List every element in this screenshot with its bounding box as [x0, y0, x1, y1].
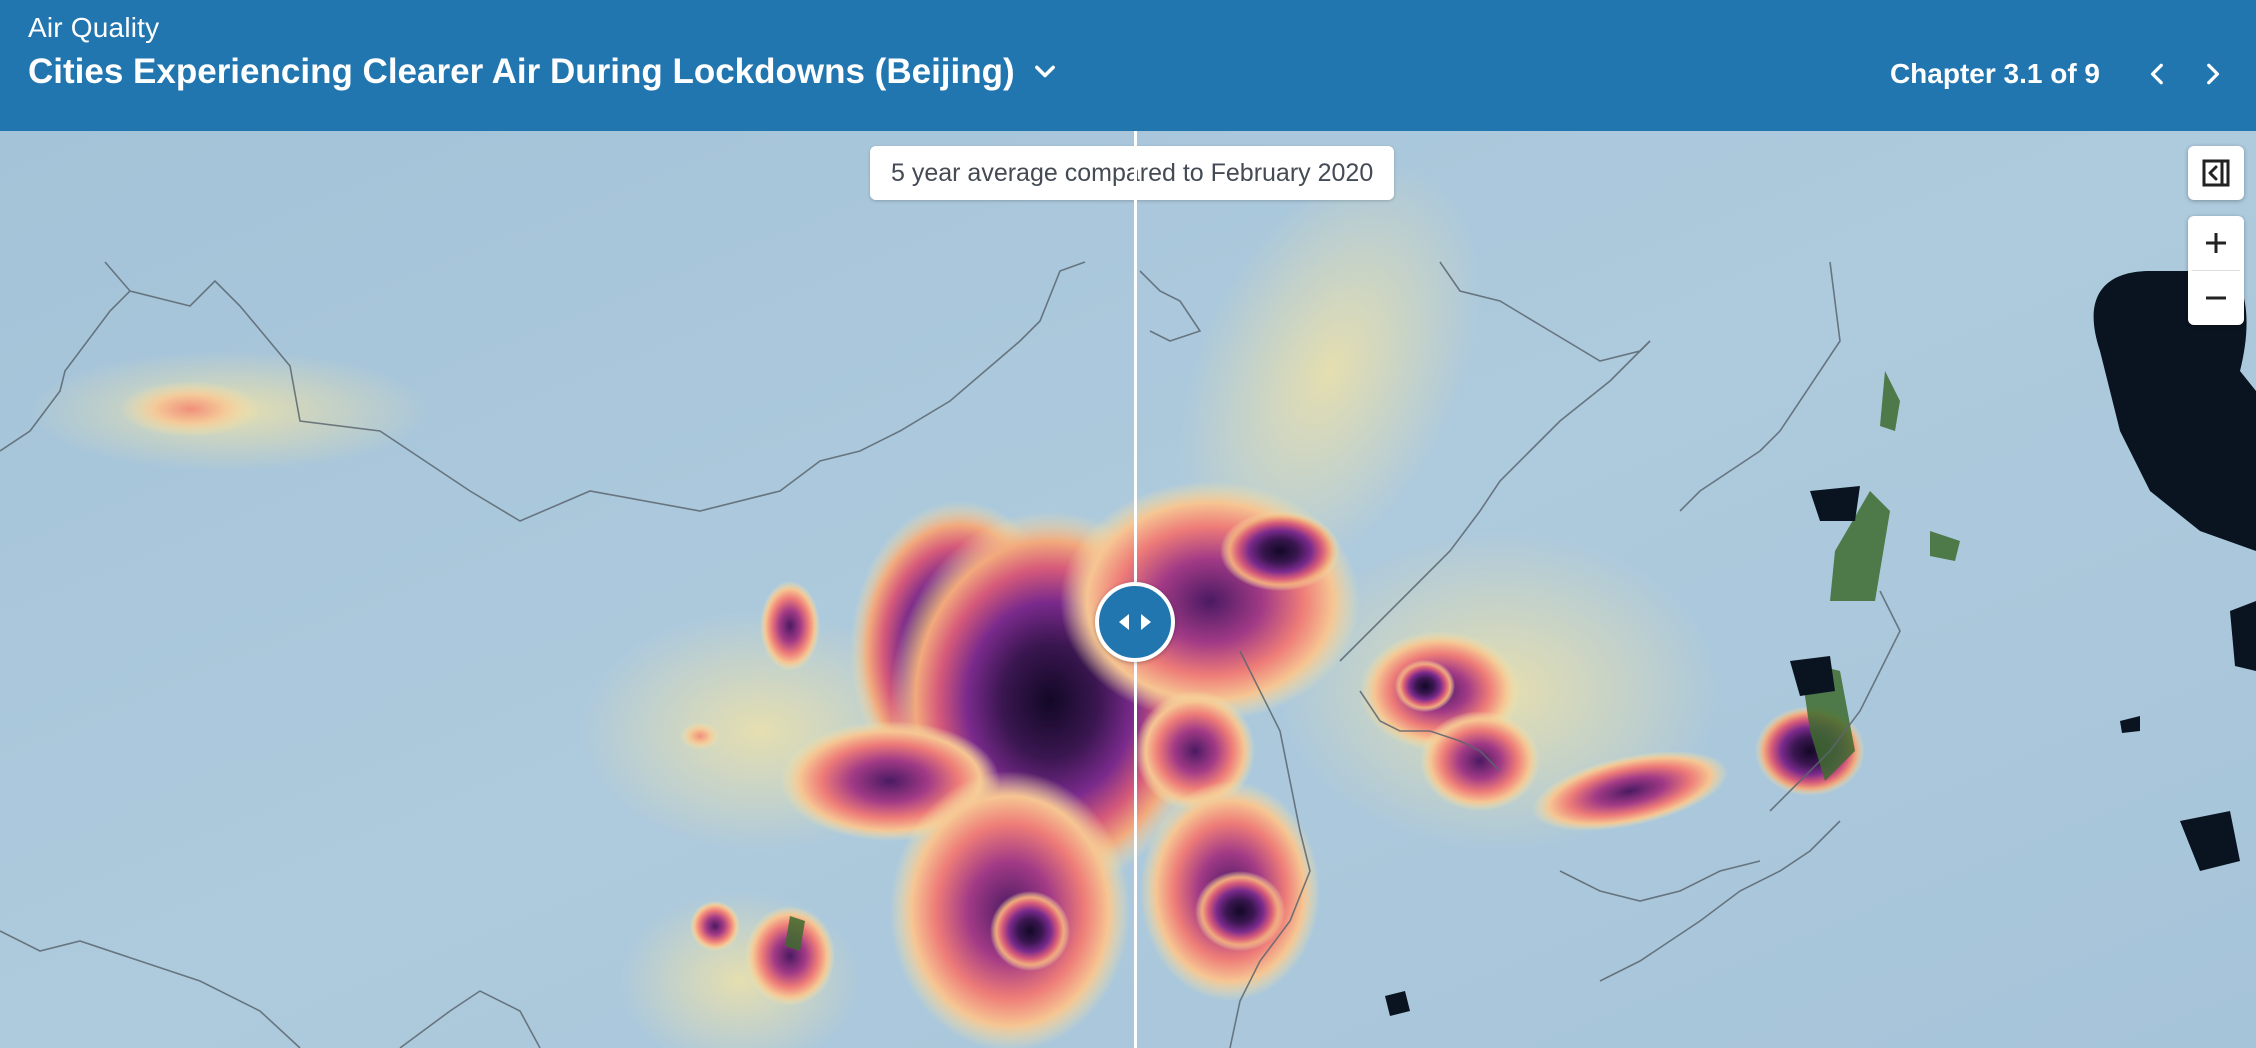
- previous-chapter-button[interactable]: [2136, 52, 2180, 96]
- comparison-label: 5 year average compared to February 2020: [870, 146, 1395, 200]
- chevron-left-icon: [2150, 63, 2163, 85]
- story-title: Cities Experiencing Clearer Air During L…: [28, 52, 1015, 91]
- zoom-in-button[interactable]: [2188, 216, 2244, 270]
- top-bar: Air Quality Cities Experiencing Clearer …: [0, 0, 2256, 131]
- plus-icon: [2206, 233, 2226, 253]
- panel-toggle-control: [2188, 146, 2244, 200]
- collapse-panel-button[interactable]: [2188, 146, 2244, 200]
- chevron-right-icon: [2207, 63, 2220, 85]
- collapse-panel-icon: [2202, 159, 2230, 187]
- left-right-arrows-icon: [1119, 614, 1151, 630]
- next-chapter-button[interactable]: [2190, 52, 2234, 96]
- story-title-dropdown[interactable]: Cities Experiencing Clearer Air During L…: [28, 52, 1059, 92]
- chapter-navigation: Chapter 3.1 of 9: [1890, 52, 2234, 96]
- zoom-control: [2188, 216, 2244, 325]
- zoom-out-button[interactable]: [2188, 271, 2244, 325]
- comparison-map[interactable]: 5 year average compared to February 2020: [0, 131, 2256, 1048]
- chevron-down-icon: [1034, 65, 1055, 78]
- app-name: Air Quality: [28, 12, 160, 43]
- compare-divider-handle[interactable]: [1095, 582, 1175, 662]
- chapter-label: Chapter 3.1 of 9: [1889, 58, 2100, 89]
- minus-icon: [2206, 296, 2226, 300]
